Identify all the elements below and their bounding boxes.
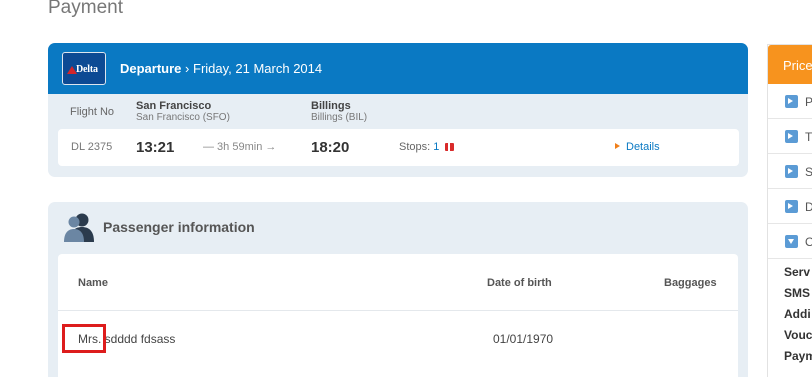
flight-card: Delta Departure › Friday, 21 March 2014 … bbox=[48, 43, 748, 177]
details-label[interactable]: Details bbox=[626, 141, 660, 153]
flight-header: Delta Departure › Friday, 21 March 2014 bbox=[48, 43, 748, 94]
price-item-label[interactable]: D bbox=[805, 200, 812, 214]
dob-column-header: Date of birth bbox=[487, 277, 552, 289]
passenger-table: Name Date of birth Baggages Mrs. sdddd f… bbox=[58, 254, 738, 377]
depart-time: 13:21 bbox=[136, 139, 175, 156]
passenger-icon bbox=[64, 213, 94, 242]
price-item-label[interactable]: T bbox=[805, 130, 812, 144]
details-link[interactable]: Details bbox=[615, 141, 660, 153]
gift-icon bbox=[445, 143, 455, 151]
price-item-label[interactable]: P bbox=[805, 95, 812, 109]
delta-logo-icon: Delta bbox=[62, 52, 106, 85]
chevron-right-icon[interactable] bbox=[785, 130, 798, 143]
chevron-down-icon[interactable] bbox=[785, 235, 798, 248]
highlight-marker bbox=[62, 324, 106, 353]
price-item[interactable]: D bbox=[768, 189, 812, 224]
destination-airport: Billings (BIL) bbox=[311, 112, 368, 123]
baggage-column-header: Baggages bbox=[664, 277, 717, 289]
departure-heading: Departure › Friday, 21 March 2014 bbox=[120, 61, 322, 76]
destination-city-block: Billings Billings (BIL) bbox=[311, 100, 367, 123]
page-title: Payment bbox=[48, 0, 123, 18]
summary-line: Serv bbox=[784, 265, 811, 279]
passenger-dob: 01/01/1970 bbox=[493, 332, 554, 346]
flight-no-header: Flight No bbox=[70, 106, 115, 118]
price-item-expanded[interactable]: O bbox=[768, 224, 812, 259]
summary-line: Paym bbox=[784, 349, 812, 363]
chevron-right-icon[interactable] bbox=[785, 200, 798, 213]
direction-label: Departure bbox=[120, 61, 182, 76]
breadcrumb-separator: › bbox=[185, 61, 190, 76]
price-panel-header: Price bbox=[768, 45, 812, 84]
price-panel: Price P T S D O Serv SMS Addi Vouc Paym bbox=[767, 44, 812, 377]
summary-line: Vouc bbox=[784, 328, 812, 342]
summary-line: SMS bbox=[784, 286, 811, 300]
stops-info: Stops: 1 bbox=[399, 141, 455, 153]
arrive-time: 18:20 bbox=[311, 139, 350, 156]
flight-number: DL 2375 bbox=[71, 141, 113, 153]
price-item[interactable]: P bbox=[768, 84, 812, 119]
price-item[interactable]: S bbox=[768, 154, 812, 189]
stops-count[interactable]: 1 bbox=[433, 141, 439, 153]
passenger-info-title: Passenger information bbox=[103, 219, 255, 235]
chevron-right-icon[interactable] bbox=[785, 165, 798, 178]
price-summary: Serv SMS Addi Vouc Paym bbox=[768, 259, 812, 370]
name-column-header: Name bbox=[78, 277, 108, 289]
departure-date: Friday, 21 March 2014 bbox=[193, 61, 323, 76]
chevron-right-icon[interactable] bbox=[785, 95, 798, 108]
origin-city-block: San Francisco San Francisco (SFO) bbox=[136, 100, 230, 123]
passenger-card: Passenger information Name Date of birth… bbox=[48, 202, 748, 377]
stops-label: Stops: bbox=[399, 141, 431, 153]
summary-line: Addi bbox=[784, 307, 811, 321]
price-item[interactable]: T bbox=[768, 119, 812, 154]
origin-city: San Francisco bbox=[136, 100, 212, 112]
flight-row: DL 2375 13:21 — 3h 59min → 18:20 Stops: … bbox=[58, 129, 739, 166]
airline-name: Delta bbox=[76, 64, 98, 75]
table-divider bbox=[58, 310, 738, 311]
flight-duration: — 3h 59min → bbox=[203, 141, 277, 153]
price-item-label[interactable]: S bbox=[805, 165, 812, 179]
destination-city: Billings bbox=[311, 100, 351, 112]
flight-column-headers: Flight No San Francisco San Francisco (S… bbox=[48, 94, 748, 128]
arrow-right-icon bbox=[615, 143, 620, 149]
origin-airport: San Francisco (SFO) bbox=[136, 112, 230, 123]
price-item-label[interactable]: O bbox=[805, 235, 812, 249]
